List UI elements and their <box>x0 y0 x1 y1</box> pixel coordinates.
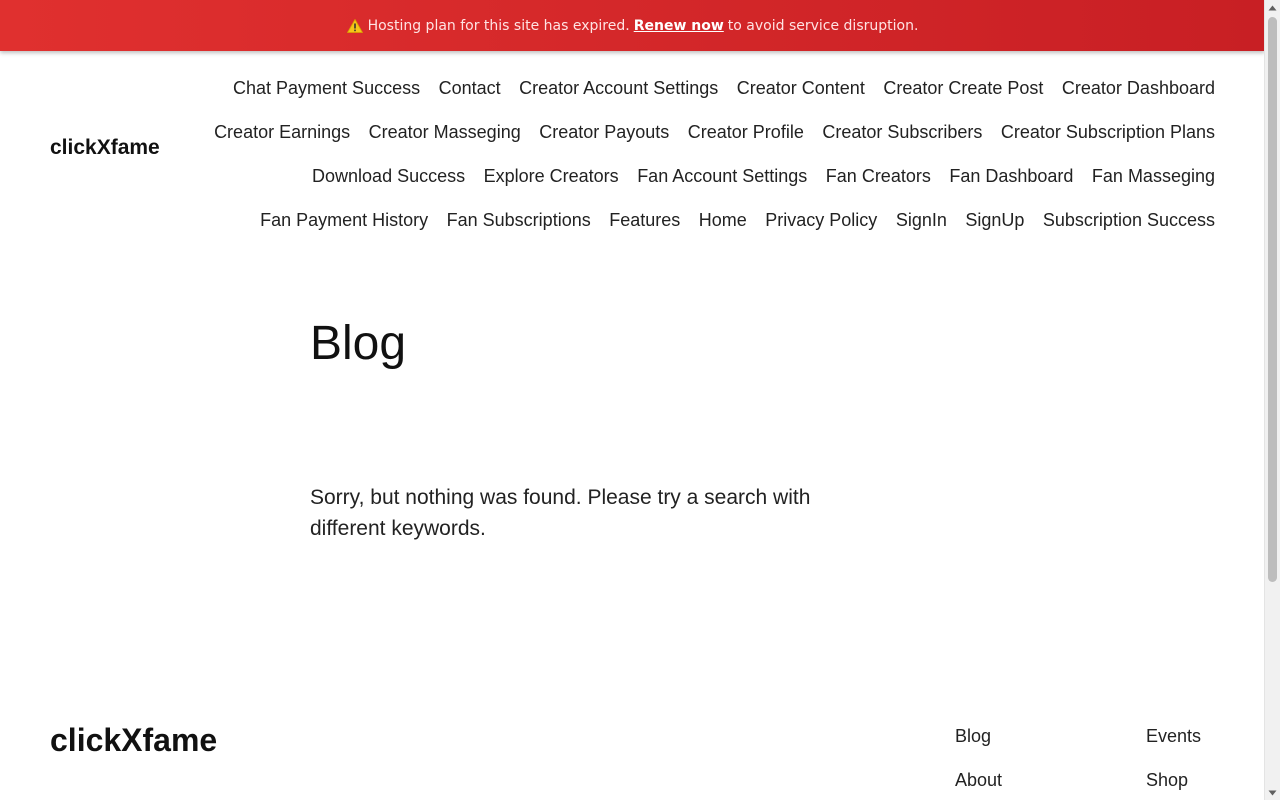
page: Hosting plan for this site has expired. … <box>0 0 1265 800</box>
no-results-message: Sorry, but nothing was found. Please try… <box>310 486 811 540</box>
nav-item-subscription-success[interactable]: Subscription Success <box>1043 210 1215 231</box>
warning-icon <box>346 18 363 33</box>
nav-row: Download Success Explore Creators Fan Acco… <box>312 154 1215 198</box>
vertical-scrollbar[interactable] <box>1264 0 1280 800</box>
nav-item-contact[interactable]: Contact <box>439 78 501 99</box>
footer-link-events[interactable]: Events <box>1146 726 1201 747</box>
scrollbar-thumb[interactable] <box>1268 17 1277 582</box>
nav-item-fan-subscriptions[interactable]: Fan Subscriptions <box>447 210 591 231</box>
nav-item-creator-profile[interactable]: Creator Profile <box>688 122 804 143</box>
hosting-expired-banner: Hosting plan for this site has expired. … <box>0 0 1265 51</box>
browser-viewport: Hosting plan for this site has expired. … <box>0 0 1280 800</box>
nav-item-explore-creators[interactable]: Explore Creators <box>484 166 619 187</box>
nav-item-signup[interactable]: SignUp <box>965 210 1024 231</box>
nav-row: Fan Payment History Fan Subscriptions Feat… <box>260 198 1215 242</box>
nav-item-fan-dashboard[interactable]: Fan Dashboard <box>949 166 1073 187</box>
nav-item-creator-masseging[interactable]: Creator Masseging <box>369 122 521 143</box>
nav-item-fan-payment-history[interactable]: Fan Payment History <box>260 210 428 231</box>
nav-item-creator-payouts[interactable]: Creator Payouts <box>539 122 669 143</box>
banner-message-end: to avoid service disruption. <box>727 17 919 34</box>
nav-item-fan-account-settings[interactable]: Fan Account Settings <box>637 166 807 187</box>
footer-site-title[interactable]: clickXfame <box>50 722 217 759</box>
nav-item-creator-dashboard[interactable]: Creator Dashboard <box>1062 78 1215 99</box>
scroll-up-arrow-icon[interactable] <box>1265 0 1280 15</box>
nav-item-home[interactable]: Home <box>699 210 747 231</box>
nav-item-download-success[interactable]: Download Success <box>312 166 465 187</box>
nav-item-chat-payment-success[interactable]: Chat Payment Success <box>233 78 420 99</box>
banner-message-start: Hosting plan for this site has expired. <box>367 17 630 34</box>
footer-link-shop[interactable]: Shop <box>1146 770 1188 791</box>
footer-link-blog[interactable]: Blog <box>955 726 991 747</box>
nav-item-creator-subscribers[interactable]: Creator Subscribers <box>822 122 982 143</box>
nav-item-fan-creators[interactable]: Fan Creators <box>826 166 931 187</box>
nav-row: Creator Earnings Creator Masseging Creator… <box>214 110 1215 154</box>
main-navigation: Chat Payment Success Contact Creator Accou… <box>195 66 1215 242</box>
footer-link-about[interactable]: About <box>955 770 1002 791</box>
nav-row: Chat Payment Success Contact Creator Accou… <box>233 66 1215 110</box>
nav-item-creator-create-post[interactable]: Creator Create Post <box>883 78 1043 99</box>
renew-now-link[interactable]: Renew now <box>634 18 724 34</box>
nav-item-privacy-policy[interactable]: Privacy Policy <box>765 210 877 231</box>
page-title: Blog <box>310 317 407 370</box>
nav-item-creator-content[interactable]: Creator Content <box>737 78 865 99</box>
nav-item-creator-subscription-plans[interactable]: Creator Subscription Plans <box>1001 122 1215 143</box>
nav-item-creator-earnings[interactable]: Creator Earnings <box>214 122 350 143</box>
site-title[interactable]: clickXfame <box>50 136 160 160</box>
nav-item-signin[interactable]: SignIn <box>896 210 947 231</box>
nav-item-creator-account-settings[interactable]: Creator Account Settings <box>519 78 718 99</box>
nav-item-features[interactable]: Features <box>609 210 680 231</box>
nav-item-fan-masseging[interactable]: Fan Masseging <box>1092 166 1215 187</box>
scroll-down-arrow-icon[interactable] <box>1265 785 1280 800</box>
